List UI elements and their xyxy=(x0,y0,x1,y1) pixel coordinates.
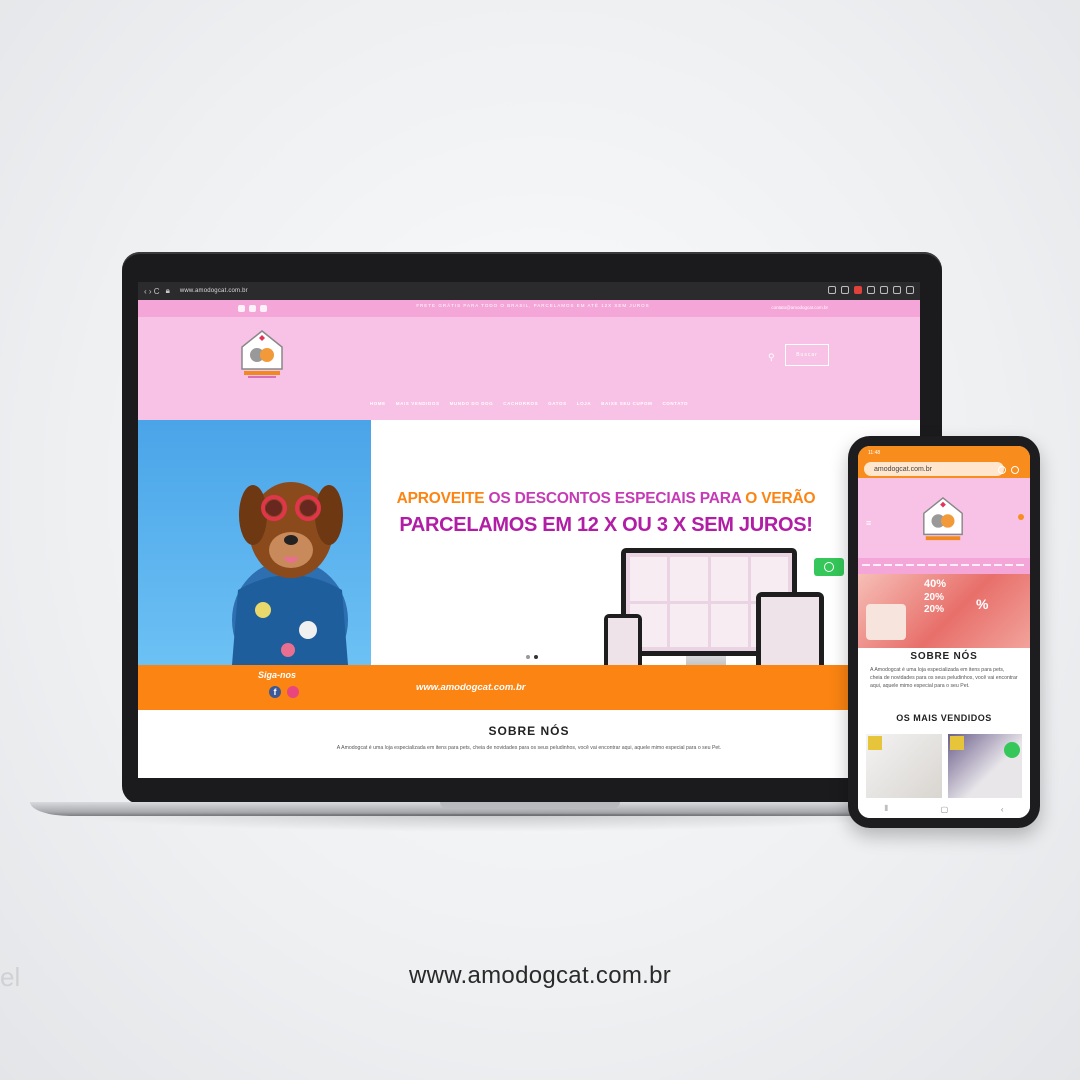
menu-item[interactable]: CACHORROS xyxy=(503,401,538,406)
product-card[interactable] xyxy=(866,734,942,798)
hero-headline: APROVEITE OS DESCONTOS ESPECIAIS PARA O … xyxy=(396,490,816,507)
site-url-caption: www.amodogcat.com.br xyxy=(408,962,672,989)
browser-toolbar: ‹ › C 🔒︎ www.amodogcat.com.br xyxy=(138,282,920,300)
follow-us-label: Siga-nos xyxy=(258,670,297,680)
tabs-icon[interactable] xyxy=(998,466,1006,474)
menu-item[interactable]: CONTATO xyxy=(662,401,688,406)
main-menu: HOME MAIS VENDIDOS MUNDO DO DOG CACHORRO… xyxy=(138,401,920,406)
discount-badge xyxy=(950,736,964,750)
recent-apps-icon[interactable]: ⦀ xyxy=(884,804,888,814)
banner-product xyxy=(866,604,906,640)
browser-url[interactable]: www.amodogcat.com.br xyxy=(180,288,248,294)
laptop-shadow xyxy=(60,814,920,832)
slider-dots[interactable] xyxy=(526,655,538,659)
amodogcat-logo[interactable] xyxy=(238,329,286,379)
screenshot-icon[interactable] xyxy=(841,286,849,294)
banner-percent: 20% xyxy=(924,592,945,603)
about-text: A Amodogcat é uma loja especializada em … xyxy=(336,745,722,751)
phone-screen: 11:48 amodogcat.com.br ≡ 40% 20% 20% % S… xyxy=(858,446,1030,818)
facebook-icon[interactable]: f xyxy=(269,686,281,698)
browser-nav-buttons[interactable]: ‹ › C xyxy=(144,287,160,296)
hero-subheadline: PARCELAMOS EM 12 X OU 3 X SEM JUROS! xyxy=(399,514,813,536)
menu-icon[interactable]: ≡ xyxy=(866,518,871,528)
youtube-icon[interactable] xyxy=(260,305,267,312)
menu-item[interactable]: MUNDO DO DOG xyxy=(450,401,494,406)
phone-status-bar: 11:48 xyxy=(858,446,1030,460)
browser-extensions xyxy=(828,286,914,294)
about-section: SOBRE NÓS A Amodogcat é uma loja especia… xyxy=(138,710,920,778)
laptop-notch xyxy=(440,802,620,808)
amodogcat-logo[interactable] xyxy=(920,496,966,544)
send-icon[interactable] xyxy=(867,286,875,294)
record-icon[interactable] xyxy=(854,286,862,294)
banner-percent: % xyxy=(976,596,989,612)
home-icon[interactable]: ▢ xyxy=(941,805,949,814)
discount-badge xyxy=(868,736,882,750)
topbar-email[interactable]: contato@amodogcat.com.br xyxy=(771,305,828,310)
android-nav-bar: ⦀ ▢ ‹ xyxy=(858,800,1030,818)
whatsapp-icon[interactable] xyxy=(814,558,844,576)
site-topbar: FRETE GRÁTIS PARA TODO O BRASIL, PARCELA… xyxy=(138,300,920,317)
instagram-icon[interactable] xyxy=(287,686,299,698)
whatsapp-icon[interactable] xyxy=(1004,742,1020,758)
lock-icon: 🔒︎ xyxy=(165,286,170,295)
phone-clock: 11:48 xyxy=(868,450,881,456)
best-sellers-title: OS MAIS VENDIDOS xyxy=(896,713,992,723)
facebook-icon[interactable] xyxy=(238,305,245,312)
menu-item[interactable]: HOME xyxy=(370,401,386,406)
search-icon[interactable]: ⚲ xyxy=(768,352,775,363)
heart-icon[interactable] xyxy=(880,286,888,294)
menu-item[interactable]: GATOS xyxy=(548,401,567,406)
topbar-social xyxy=(238,305,267,312)
hero-footer-band xyxy=(138,665,920,710)
laptop-screen: ‹ › C 🔒︎ www.amodogcat.com.br FRETE GRÁT… xyxy=(138,282,920,778)
phone-sale-banner[interactable]: 40% 20% 20% % xyxy=(858,574,1030,648)
topbar-promo: FRETE GRÁTIS PARA TODO O BRASIL, PARCELA… xyxy=(416,303,650,308)
download-icon[interactable] xyxy=(893,286,901,294)
menu-item[interactable]: BAIXE SEU CUPOM xyxy=(601,401,652,406)
menu-item[interactable]: MAIS VENDIDOS xyxy=(396,401,440,406)
phone-about-title: SOBRE NÓS xyxy=(910,651,978,662)
hero-site-url: www.amodogcat.com.br xyxy=(416,682,526,693)
menu-icon[interactable] xyxy=(906,286,914,294)
banner-percent: 20% xyxy=(924,604,945,615)
kebab-icon[interactable] xyxy=(1011,466,1019,474)
cart-icon[interactable] xyxy=(1018,514,1024,520)
dog-illustration xyxy=(232,482,348,680)
extension-icon[interactable] xyxy=(828,286,836,294)
phone-browser-tools xyxy=(998,466,1019,474)
about-title: SOBRE NÓS xyxy=(488,724,570,738)
back-icon[interactable]: ‹ xyxy=(1001,805,1004,814)
phone-url-field[interactable]: amodogcat.com.br xyxy=(864,462,1004,476)
banner-percent: 40% xyxy=(924,578,947,590)
hero-banner[interactable]: APROVEITE OS DESCONTOS ESPECIAIS PARA O … xyxy=(138,420,920,710)
phone-about-text: A Amodogcat é uma loja especializada em … xyxy=(870,667,1018,689)
phone-url: amodogcat.com.br xyxy=(874,465,932,473)
hero-dog-photo xyxy=(138,420,371,680)
menu-item[interactable]: LOJA xyxy=(577,401,591,406)
site-header: ⚲ Buscar HOME MAIS VENDIDOS MUNDO DO DOG… xyxy=(138,317,920,420)
search-button[interactable]: Buscar xyxy=(785,344,829,366)
phone-promo-strip xyxy=(858,558,1030,574)
instagram-icon[interactable] xyxy=(249,305,256,312)
